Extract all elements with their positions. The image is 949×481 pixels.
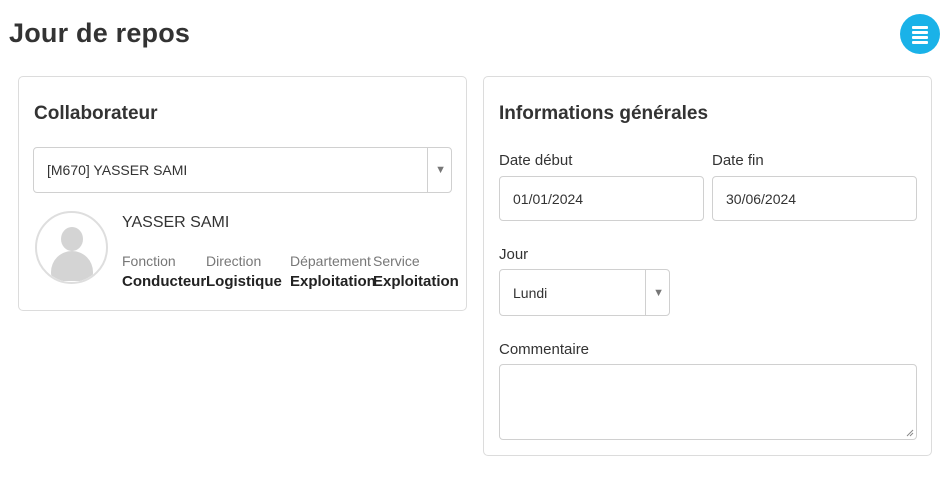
date-fin-value: 30/06/2024 xyxy=(726,190,797,207)
service-label: Service xyxy=(373,253,420,269)
informations-title: Informations générales xyxy=(499,103,709,124)
dropdown-arrow-icon: ▼ xyxy=(435,164,446,176)
collaborateur-select[interactable]: [M670] YASSER SAMI ▼ xyxy=(33,147,452,193)
service-value: Exploitation xyxy=(373,273,459,290)
fonction-value: Conducteur xyxy=(122,273,207,290)
date-fin-input[interactable]: 30/06/2024 xyxy=(712,176,917,221)
select-divider xyxy=(427,148,428,192)
direction-label: Direction xyxy=(206,253,262,269)
jour-select[interactable]: Lundi ▼ xyxy=(499,269,670,316)
commentaire-textarea[interactable] xyxy=(499,364,917,440)
informations-card: Informations générales Date début 01/01/… xyxy=(483,76,932,456)
jour-label: Jour xyxy=(499,246,529,263)
collaborateur-title: Collaborateur xyxy=(34,103,158,124)
fonction-label: Fonction xyxy=(122,253,176,269)
collaborateur-name: YASSER SAMI xyxy=(122,214,230,231)
menu-button[interactable] xyxy=(900,14,940,54)
date-debut-label: Date début xyxy=(499,152,573,169)
date-fin-label: Date fin xyxy=(712,152,764,169)
date-debut-input[interactable]: 01/01/2024 xyxy=(499,176,704,221)
departement-label: Département xyxy=(290,253,371,269)
avatar xyxy=(35,211,108,284)
page-title: Jour de repos xyxy=(9,18,191,48)
select-divider xyxy=(645,270,646,315)
departement-value: Exploitation xyxy=(290,273,376,290)
commentaire-label: Commentaire xyxy=(499,341,590,358)
collaborateur-select-value: [M670] YASSER SAMI xyxy=(47,162,188,178)
date-debut-value: 01/01/2024 xyxy=(513,190,584,207)
collaborateur-card: Collaborateur [M670] YASSER SAMI ▼ YASSE… xyxy=(18,76,467,311)
direction-value: Logistique xyxy=(206,273,282,290)
resize-handle-icon[interactable] xyxy=(906,429,914,437)
jour-select-value: Lundi xyxy=(513,284,548,301)
dropdown-arrow-icon: ▼ xyxy=(653,286,664,299)
